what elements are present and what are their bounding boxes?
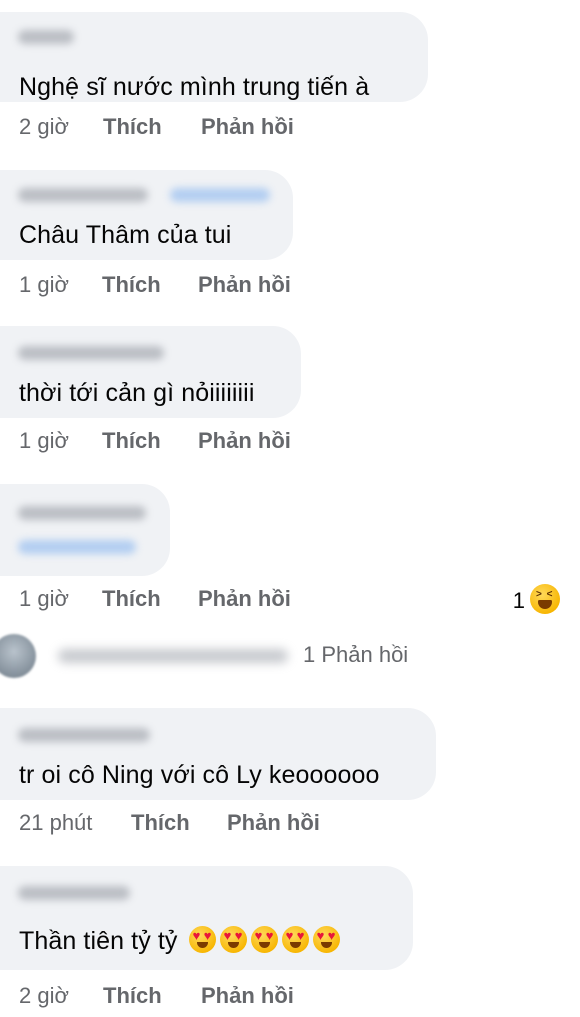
comment-time: 21 phút — [19, 810, 93, 835]
laughing-emoji-icon — [530, 584, 560, 614]
comment-actions: 21 phút Thích Phản hồi — [19, 810, 320, 836]
heart-eyes-emoji-icon — [188, 926, 216, 953]
comment-time: 2 giờ — [19, 983, 69, 1008]
like-button[interactable]: Thích — [102, 428, 198, 454]
comment-text: tr oi cô Ning với cô Ly keoooooo — [19, 761, 380, 789]
reply-button[interactable]: Phản hồi — [198, 428, 291, 454]
heart-eyes-emoji-icon — [281, 926, 309, 953]
blurred-author-name — [18, 728, 150, 742]
comment-actions: 1 giờ Thích Phản hồi — [19, 272, 291, 298]
heart-eyes-emoji-icon — [219, 926, 247, 953]
blurred-author-name — [18, 188, 148, 202]
comment-time: 1 giờ — [19, 272, 69, 297]
comment-actions: 1 giờ Thích Phản hồi — [19, 586, 291, 612]
blurred-reply-preview — [58, 649, 288, 663]
comment-bubble: tr oi cô Ning với cô Ly keoooooo — [0, 708, 436, 800]
view-replies-link[interactable]: 1 Phản hồi — [303, 642, 408, 668]
comment-bubble — [0, 484, 170, 576]
comment-text-content: Thần tiên tỷ tỷ — [19, 927, 178, 955]
comment-actions: 1 giờ Thích Phản hồi — [19, 428, 291, 454]
like-button[interactable]: Thích — [103, 114, 201, 140]
comment-bubble: thời tới cản gì nỏiiiiiiii — [0, 326, 301, 418]
like-button[interactable]: Thích — [103, 983, 201, 1009]
reply-button[interactable]: Phản hồi — [227, 810, 320, 836]
comment-time: 1 giờ — [19, 428, 69, 453]
comment-text: Châu Thâm của tui — [19, 221, 232, 249]
blurred-author-name — [18, 886, 130, 900]
blurred-author-tag — [170, 188, 270, 202]
reaction-summary[interactable]: 1 — [513, 584, 560, 614]
comment-bubble: Thần tiên tỷ tỷ — [0, 866, 413, 970]
comment-text: thời tới cản gì nỏiiiiiiii — [19, 379, 255, 407]
like-button[interactable]: Thích — [102, 586, 198, 612]
blurred-author-name — [18, 506, 146, 520]
comment-actions: 2 giờ Thích Phản hồi — [19, 983, 294, 1009]
view-replies-row[interactable]: 1 Phản hồi — [0, 630, 580, 682]
comment-text: Nghệ sĩ nước mình trung tiến à — [19, 73, 370, 101]
comment-text: Thần tiên tỷ tỷ — [19, 926, 340, 956]
blurred-author-tag — [18, 540, 136, 554]
like-button[interactable]: Thích — [131, 810, 227, 836]
reply-button[interactable]: Phản hồi — [201, 114, 294, 140]
avatar — [0, 634, 36, 678]
comment-bubble: Châu Thâm của tui — [0, 170, 293, 260]
reaction-count: 1 — [512, 588, 525, 613]
comment-time: 2 giờ — [19, 114, 69, 139]
reply-button[interactable]: Phản hồi — [198, 586, 291, 612]
blurred-author-name — [18, 30, 74, 44]
reply-button[interactable]: Phản hồi — [201, 983, 294, 1009]
heart-eyes-emoji-icon — [250, 926, 278, 953]
reply-button[interactable]: Phản hồi — [198, 272, 291, 298]
comment-bubble: Nghệ sĩ nước mình trung tiến à — [0, 12, 428, 102]
comment-actions: 2 giờ Thích Phản hồi — [19, 114, 294, 140]
heart-eyes-emoji-icon — [312, 926, 340, 953]
blurred-author-name — [18, 346, 164, 360]
like-button[interactable]: Thích — [102, 272, 198, 298]
comment-time: 1 giờ — [19, 586, 69, 611]
